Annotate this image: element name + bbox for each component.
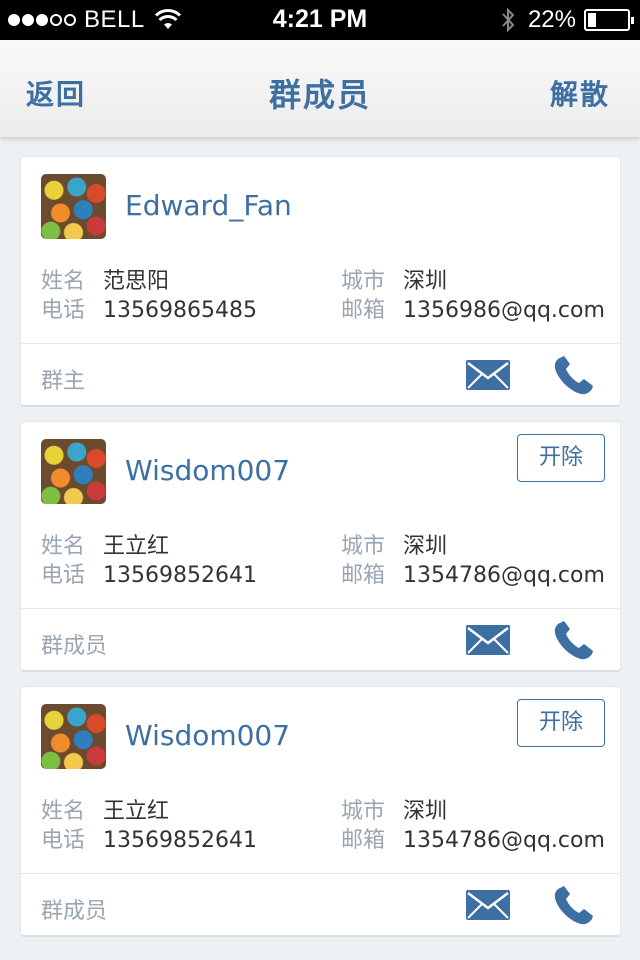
bluetooth-icon — [502, 8, 515, 32]
member-role: 群成员 — [41, 899, 108, 924]
battery-level — [588, 13, 596, 27]
member-username[interactable]: Wisdom007 — [125, 719, 290, 752]
city-value: 深圳 — [403, 534, 448, 559]
battery-percent: 22% — [527, 6, 576, 33]
member-username[interactable]: Edward_Fan — [125, 189, 292, 222]
name-value: 王立红 — [103, 799, 170, 824]
email-value: 1356986@qq.com — [403, 298, 605, 323]
phone-label: 电话 — [41, 298, 86, 323]
mail-icon[interactable] — [466, 360, 510, 390]
avatar[interactable] — [41, 439, 106, 504]
member-role: 群主 — [41, 369, 86, 394]
member-role: 群成员 — [41, 634, 108, 659]
email-label: 邮箱 — [341, 563, 386, 588]
phone-icon[interactable] — [553, 356, 595, 396]
name-label: 姓名 — [41, 534, 86, 559]
name-value: 范思阳 — [103, 269, 170, 294]
kick-member-button[interactable]: 开除 — [517, 434, 605, 482]
status-right: 22% — [500, 6, 634, 34]
phone-icon[interactable] — [553, 886, 595, 926]
member-card: Edward_Fan 姓名 范思阳 城市 深圳 电话 13569865485 邮… — [20, 156, 621, 407]
card-divider — [21, 608, 620, 609]
dissolve-group-button[interactable]: 解散 — [550, 73, 610, 113]
name-label: 姓名 — [41, 269, 86, 294]
kick-member-button[interactable]: 开除 — [517, 699, 605, 747]
member-username[interactable]: Wisdom007 — [125, 454, 290, 487]
phone-label: 电话 — [41, 828, 86, 853]
card-divider — [21, 343, 620, 344]
phone-icon[interactable] — [553, 621, 595, 661]
member-list: Edward_Fan 姓名 范思阳 城市 深圳 电话 13569865485 邮… — [20, 156, 621, 951]
mail-icon[interactable] — [466, 625, 510, 655]
avatar[interactable] — [41, 174, 106, 239]
name-value: 王立红 — [103, 534, 170, 559]
member-info: 姓名 王立红 城市 深圳 电话 13569852641 邮箱 1354786@q… — [41, 532, 611, 590]
member-info: 姓名 王立红 城市 深圳 电话 13569852641 邮箱 1354786@q… — [41, 797, 611, 855]
card-divider — [21, 873, 620, 874]
city-label: 城市 — [341, 799, 386, 824]
phone-value: 13569865485 — [103, 298, 257, 323]
navigation-bar: 返回 群成员 解散 — [0, 40, 640, 138]
phone-value: 13569852641 — [103, 828, 257, 853]
email-value: 1354786@qq.com — [403, 563, 605, 588]
avatar[interactable] — [41, 704, 106, 769]
email-label: 邮箱 — [341, 298, 386, 323]
page-title: 群成员 — [268, 76, 371, 114]
member-card: Wisdom007 开除 姓名 王立红 城市 深圳 电话 13569852641… — [20, 421, 621, 672]
city-value: 深圳 — [403, 799, 448, 824]
email-value: 1354786@qq.com — [403, 828, 605, 853]
member-info: 姓名 范思阳 城市 深圳 电话 13569865485 邮箱 1356986@q… — [41, 267, 611, 325]
name-label: 姓名 — [41, 799, 86, 824]
status-bar: BELL 4:21 PM 22% — [0, 0, 640, 40]
phone-value: 13569852641 — [103, 563, 257, 588]
battery-icon — [584, 9, 634, 31]
city-label: 城市 — [341, 534, 386, 559]
mail-icon[interactable] — [466, 890, 510, 920]
email-label: 邮箱 — [341, 828, 386, 853]
city-label: 城市 — [341, 269, 386, 294]
city-value: 深圳 — [403, 269, 448, 294]
member-card: Wisdom007 开除 姓名 王立红 城市 深圳 电话 13569852641… — [20, 686, 621, 937]
phone-label: 电话 — [41, 563, 86, 588]
